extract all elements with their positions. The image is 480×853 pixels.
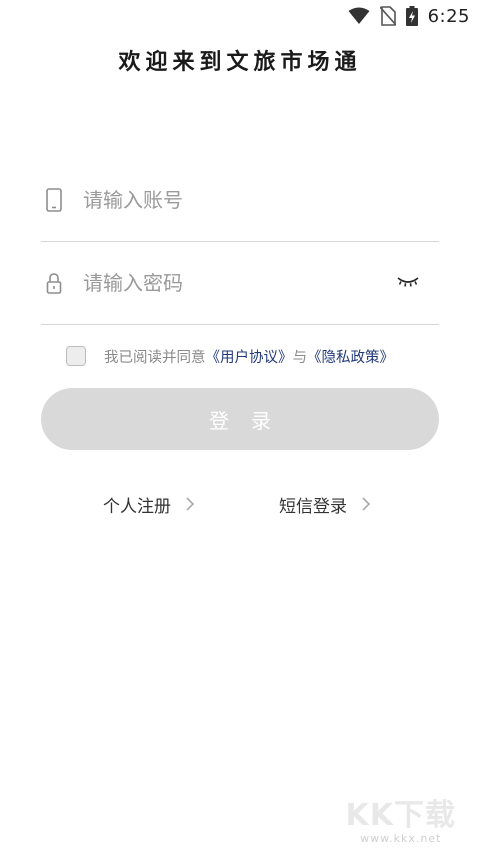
privacy-policy-link[interactable]: 《隐私政策》 [307,346,394,367]
chevron-right-icon [186,497,195,511]
wifi-icon [348,7,370,24]
battery-charging-icon [405,6,418,26]
watermark: KK下载 www.kkx.net [346,790,457,845]
status-bar: 6:25 [0,0,480,32]
agreement-checkbox[interactable] [66,346,86,366]
sms-login-label: 短信登录 [279,496,347,517]
status-time: 6:25 [427,5,470,27]
account-input[interactable] [83,180,383,220]
watermark-url: www.kkx.net [360,832,442,845]
agreement-conjunction: 与 [292,349,308,366]
no-sim-icon [379,6,396,26]
register-link[interactable]: 个人注册 [103,490,195,518]
user-agreement-link[interactable]: 《用户协议》 [206,346,293,367]
register-label: 个人注册 [103,496,171,517]
password-input[interactable] [83,263,383,303]
account-field [41,158,439,242]
status-icons: 6:25 [348,4,470,28]
page-title: 欢迎来到文旅市场通 [118,50,362,75]
lock-icon [46,273,62,294]
agreement-prefix: 我已阅读并同意 [104,349,206,366]
password-field [41,241,439,325]
chevron-right-icon [362,497,371,511]
sms-login-link[interactable]: 短信登录 [279,490,371,518]
phone-icon [46,188,62,212]
login-button[interactable]: 登录 [41,388,439,450]
agreement-row: 我已阅读并同意 《用户协议》 与 《隐私政策》 [66,345,394,367]
eye-closed-icon[interactable] [397,275,419,289]
watermark-brand: KK下载 [345,798,456,833]
